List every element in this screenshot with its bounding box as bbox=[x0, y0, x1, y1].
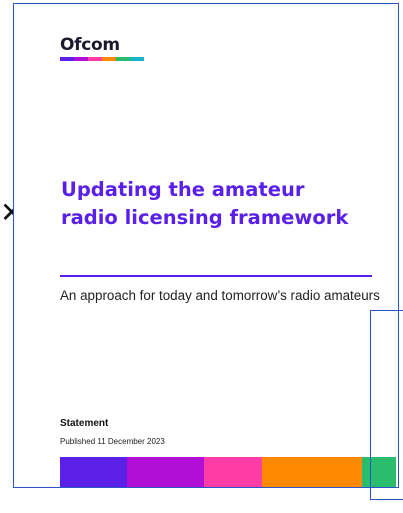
logo-stripe-segment bbox=[130, 57, 144, 61]
document-subtitle: An approach for today and tomorrow’s rad… bbox=[60, 288, 380, 303]
logo-stripe bbox=[60, 57, 144, 61]
color-band-segment bbox=[261, 457, 363, 487]
logo-stripe-segment bbox=[102, 57, 116, 61]
document-cover-page: Ofcom Updating the amateur radio licensi… bbox=[13, 3, 399, 488]
logo-stripe-segment bbox=[88, 57, 102, 61]
ofcom-logo: Ofcom bbox=[60, 37, 144, 61]
color-band-segment bbox=[60, 457, 128, 487]
logo-stripe-segment bbox=[60, 57, 74, 61]
color-band-segment bbox=[127, 457, 205, 487]
logo-stripe-segment bbox=[74, 57, 88, 61]
document-type-label: Statement bbox=[60, 418, 109, 429]
color-band-segment bbox=[204, 457, 262, 487]
published-date: Published 11 December 2023 bbox=[60, 437, 165, 446]
selection-box bbox=[370, 310, 403, 500]
logo-text: Ofcom bbox=[60, 35, 120, 55]
title-divider bbox=[60, 275, 372, 277]
cover-color-band bbox=[60, 457, 396, 487]
document-title: Updating the amateur radio licensing fra… bbox=[61, 178, 349, 229]
logo-stripe-segment bbox=[116, 57, 130, 61]
